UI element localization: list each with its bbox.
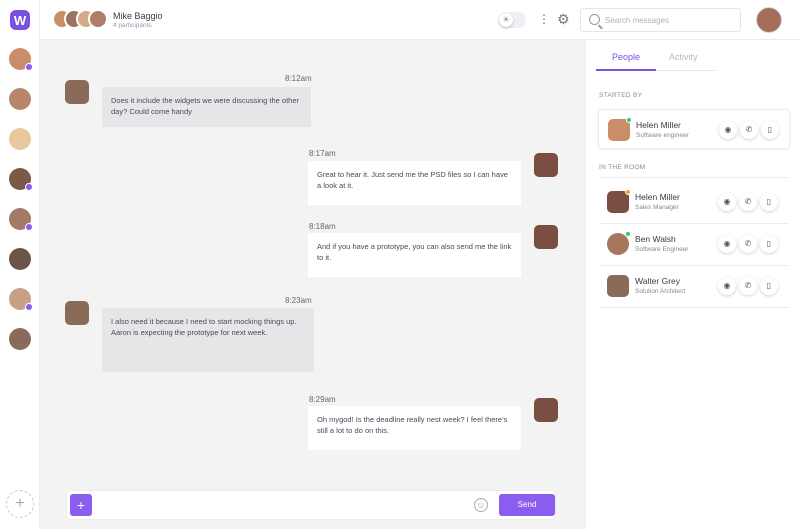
rail-avatar-4[interactable] bbox=[9, 168, 33, 191]
status-dot bbox=[625, 231, 631, 237]
rail-avatar-1[interactable] bbox=[9, 48, 33, 71]
message-bubble: Great to hear it. Just send me the PSD f… bbox=[308, 161, 521, 205]
rail-avatar-8[interactable] bbox=[9, 328, 31, 350]
section-divider bbox=[599, 177, 789, 178]
unread-badge bbox=[25, 303, 33, 311]
send-button[interactable]: Send bbox=[499, 494, 555, 516]
message-bubble: I also need it because I need to start m… bbox=[102, 308, 314, 372]
participant-count: 4 participants bbox=[113, 22, 152, 29]
phone-icon[interactable]: ✆ bbox=[739, 235, 757, 253]
conversation-name: Mike Baggio bbox=[113, 11, 163, 21]
chat-header: Mike Baggio 4 participants ☀ ⋮ ⚙ bbox=[40, 0, 800, 40]
person-avatar bbox=[607, 275, 629, 297]
sender-avatar bbox=[534, 398, 558, 422]
person-row[interactable]: Helen Miller Sales Manager ◉ ✆ ▯ bbox=[598, 182, 790, 222]
document-icon[interactable]: ▯ bbox=[761, 121, 779, 139]
rail-avatar-2[interactable] bbox=[9, 88, 31, 110]
sender-avatar bbox=[534, 225, 558, 249]
person-name: Walter Grey bbox=[635, 276, 681, 286]
theme-toggle[interactable]: ☀ bbox=[498, 12, 526, 28]
gear-icon[interactable]: ⚙ bbox=[557, 11, 570, 27]
add-conversation-button[interactable]: + bbox=[6, 490, 34, 518]
more-options-icon[interactable]: ⋮ bbox=[538, 12, 550, 26]
attach-button[interactable]: + bbox=[70, 494, 92, 516]
rail-avatar-5[interactable] bbox=[9, 208, 33, 231]
person-role: Solution Architect bbox=[635, 288, 686, 295]
person-name: Ben Walsh bbox=[635, 234, 676, 244]
search-icon bbox=[589, 14, 600, 25]
unread-badge bbox=[25, 183, 33, 191]
document-icon[interactable]: ▯ bbox=[760, 193, 778, 211]
phone-icon[interactable]: ✆ bbox=[739, 193, 757, 211]
eye-icon[interactable]: ◉ bbox=[718, 193, 736, 211]
person-name: Helen Miller bbox=[636, 120, 681, 130]
message-time: 8:23am bbox=[285, 296, 312, 305]
message-bubble: Does it include the widgets we were disc… bbox=[102, 87, 311, 127]
eye-icon[interactable]: ◉ bbox=[718, 235, 736, 253]
person-row[interactable]: Ben Walsh Software Engineer ◉ ✆ ▯ bbox=[598, 224, 790, 264]
message-time: 8:12am bbox=[285, 74, 312, 83]
search-box bbox=[580, 8, 741, 32]
sender-avatar bbox=[65, 80, 89, 104]
person-role: Software Engineer bbox=[635, 246, 689, 253]
status-dot bbox=[626, 117, 632, 123]
eye-icon[interactable]: ◉ bbox=[718, 277, 736, 295]
document-icon[interactable]: ▯ bbox=[760, 277, 778, 295]
details-panel: People Activity STARTED BY Helen Miller … bbox=[585, 40, 800, 529]
search-input[interactable] bbox=[605, 12, 735, 28]
row-divider bbox=[599, 307, 789, 308]
message-time: 8:17am bbox=[309, 149, 336, 158]
participant-avatars[interactable] bbox=[52, 9, 112, 31]
document-icon[interactable]: ▯ bbox=[760, 235, 778, 253]
message-composer: + ☺ Send bbox=[66, 490, 556, 520]
tab-activity[interactable]: Activity bbox=[669, 52, 698, 62]
sun-icon: ☀ bbox=[499, 13, 513, 27]
participant-avatar bbox=[88, 9, 108, 29]
message-area: 8:12am Does it include the widgets we we… bbox=[40, 40, 585, 529]
active-tab-indicator bbox=[596, 69, 656, 71]
rail-avatar-7[interactable] bbox=[9, 288, 33, 311]
unread-badge bbox=[25, 63, 33, 71]
person-avatar bbox=[607, 189, 631, 213]
section-label-in-room: IN THE ROOM bbox=[599, 164, 646, 171]
message-bubble: Oh mygod! Is the deadline really nest we… bbox=[308, 406, 521, 450]
person-row[interactable]: Walter Grey Solution Architect ◉ ✆ ▯ bbox=[598, 266, 790, 306]
person-card-starter[interactable]: Helen Miller Software engineer ◉ ✆ ▯ bbox=[598, 109, 790, 149]
person-role: Sales Manager bbox=[635, 204, 679, 211]
emoji-icon[interactable]: ☺ bbox=[474, 498, 488, 512]
message-time: 8:18am bbox=[309, 222, 336, 231]
person-role: Software engineer bbox=[636, 132, 689, 139]
unread-badge bbox=[25, 223, 33, 231]
left-rail: W + bbox=[0, 0, 40, 529]
rail-avatar-3[interactable] bbox=[9, 128, 31, 150]
message-bubble: And if you have a prototype, you can als… bbox=[308, 233, 521, 277]
person-name: Helen Miller bbox=[635, 192, 680, 202]
user-avatar[interactable] bbox=[756, 7, 782, 33]
sender-avatar bbox=[65, 301, 89, 325]
app-logo[interactable]: W bbox=[10, 10, 30, 30]
sender-avatar bbox=[534, 153, 558, 177]
tab-people[interactable]: People bbox=[612, 52, 640, 62]
phone-icon[interactable]: ✆ bbox=[739, 277, 757, 295]
message-time: 8:29am bbox=[309, 395, 336, 404]
person-avatar bbox=[608, 117, 632, 141]
section-label-started-by: STARTED BY bbox=[599, 92, 643, 99]
rail-avatar-6[interactable] bbox=[9, 248, 31, 270]
eye-icon[interactable]: ◉ bbox=[719, 121, 737, 139]
person-avatar bbox=[607, 231, 631, 255]
message-input[interactable] bbox=[99, 497, 469, 513]
phone-icon[interactable]: ✆ bbox=[740, 121, 758, 139]
status-dot bbox=[625, 189, 631, 195]
